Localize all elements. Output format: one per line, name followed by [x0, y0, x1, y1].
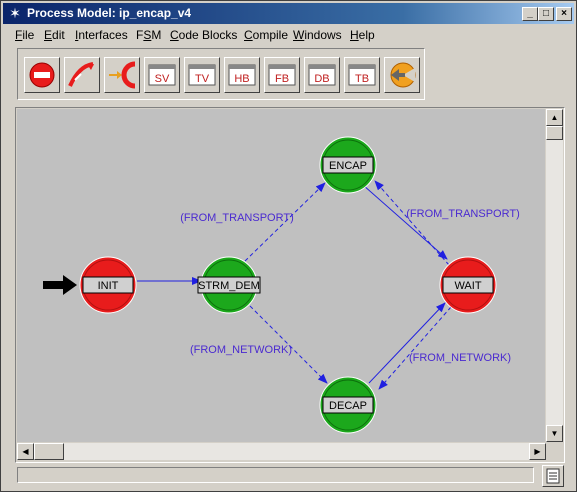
condition-label: (FROM_TRANSPORT) [180, 212, 293, 224]
diagnostic-block-button[interactable]: DB [304, 57, 340, 93]
menu-fsm[interactable]: FSM [136, 28, 161, 42]
transition-strm-decap[interactable] [244, 300, 328, 384]
state-label: INIT [98, 280, 119, 292]
fsm-diagram: (FROM_TRANSPORT) (FROM_NETWORK) (FROM_TR… [43, 136, 520, 434]
message-log-icon [546, 468, 560, 484]
menu-interfaces[interactable]: Interfaces [75, 28, 128, 42]
initial-state-arrow [43, 275, 77, 295]
termination-block-button[interactable]: TB [344, 57, 380, 93]
create-state-button[interactable] [24, 57, 60, 93]
title-bar[interactable]: ✶ Process Model: ip_encap_v4 _ □ × [3, 3, 574, 24]
condition-label: (FROM_NETWORK) [190, 344, 292, 356]
state-encap[interactable]: ENCAP [319, 136, 377, 194]
svg-text:HB: HB [234, 73, 249, 85]
status-bar [17, 467, 534, 483]
scroll-up-button[interactable]: ▲ [546, 109, 563, 126]
transition-wait-decap[interactable] [378, 306, 452, 390]
state-decap[interactable]: DECAP [319, 376, 377, 434]
create-transition-icon [68, 62, 94, 87]
process-model-window: ✶ Process Model: ip_encap_v4 _ □ × File … [0, 0, 577, 492]
menu-code-blocks[interactable]: Code Blocks [170, 28, 237, 42]
scroll-right-button[interactable]: ▶ [529, 443, 546, 460]
set-initial-state-icon [109, 61, 136, 89]
minimize-button[interactable]: _ [522, 7, 538, 21]
svg-text:TB: TB [355, 73, 369, 85]
vertical-scroll-thumb[interactable] [546, 126, 563, 140]
fsm-canvas[interactable]: (FROM_TRANSPORT) (FROM_NETWORK) (FROM_TR… [17, 109, 545, 442]
vertical-scrollbar[interactable]: ▲ ▼ [546, 109, 563, 442]
maximize-button[interactable]: □ [538, 7, 554, 21]
transition-wait-encap[interactable] [374, 180, 450, 266]
header-block-button[interactable]: HB [224, 57, 260, 93]
state-label: WAIT [454, 280, 481, 292]
state-strm-dem[interactable]: STRM_DEM [197, 256, 261, 314]
state-label: ENCAP [329, 160, 367, 172]
opnet-app-icon: ✶ [9, 5, 21, 21]
horizontal-scrollbar[interactable]: ◀ ▶ [17, 443, 546, 460]
svg-text:SV: SV [155, 73, 170, 85]
menu-edit[interactable]: Edit [44, 28, 65, 42]
termination-block-icon: TB [348, 64, 376, 86]
state-variables-button[interactable]: SV [144, 57, 180, 93]
temporary-variables-button[interactable]: TV [184, 57, 220, 93]
state-label: DECAP [329, 400, 367, 412]
create-transition-button[interactable] [64, 57, 100, 93]
horizontal-scroll-thumb[interactable] [34, 443, 64, 460]
menu-compile[interactable]: Compile [244, 28, 288, 42]
state-variables-icon: SV [148, 64, 176, 86]
svg-text:FB: FB [275, 73, 289, 85]
condition-label: (FROM_TRANSPORT) [406, 208, 519, 220]
close-button[interactable]: × [556, 7, 572, 21]
create-state-icon [29, 62, 55, 88]
temporary-variables-icon: TV [188, 64, 216, 86]
message-log-button[interactable] [542, 465, 564, 487]
svg-text:TV: TV [195, 73, 210, 85]
transition-decap-wait[interactable] [368, 302, 446, 384]
svg-text:DB: DB [314, 73, 329, 85]
menu-file[interactable]: File [15, 28, 34, 42]
window-title: Process Model: ip_encap_v4 [27, 6, 192, 20]
state-wait[interactable]: WAIT [439, 256, 497, 314]
diagnostic-block-icon: DB [308, 64, 336, 86]
compile-icon [390, 62, 416, 88]
menu-bar: File Edit Interfaces FSM Code Blocks Com… [3, 25, 574, 45]
compile-button[interactable] [384, 57, 420, 93]
header-block-icon: HB [228, 64, 256, 86]
condition-label: (FROM_NETWORK) [409, 352, 511, 364]
scroll-left-button[interactable]: ◀ [17, 443, 34, 460]
menu-windows[interactable]: Windows [293, 28, 342, 42]
state-init[interactable]: INIT [79, 256, 137, 314]
function-block-button[interactable]: FB [264, 57, 300, 93]
function-block-icon: FB [268, 64, 296, 86]
scroll-down-button[interactable]: ▼ [546, 425, 563, 442]
menu-help[interactable]: Help [350, 28, 375, 42]
set-initial-state-button[interactable] [104, 57, 140, 93]
state-label: STRM_DEM [198, 280, 260, 292]
